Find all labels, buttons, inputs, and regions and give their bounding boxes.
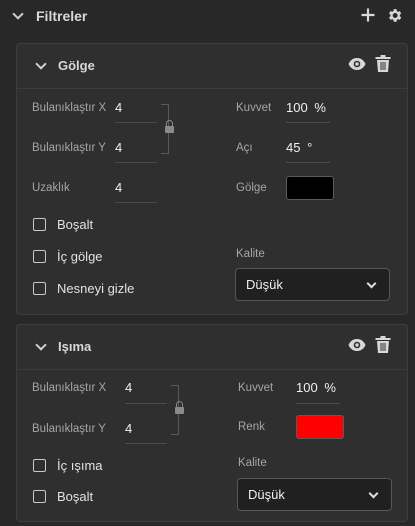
glow-blur-lock-icon[interactable] [175, 401, 187, 415]
glow-inner-glow-checkbox[interactable] [33, 459, 46, 472]
shadow-quality-label: Kalite [236, 248, 265, 260]
glow-quality-value: Düşük [248, 487, 285, 502]
shadow-panel-title: Gölge [58, 58, 95, 73]
glow-color-label: Renk [238, 421, 265, 433]
panel-divider [17, 88, 407, 89]
shadow-hide-object-label[interactable]: Nesneyi gizle [57, 281, 134, 296]
shadow-blur-x-underline [115, 122, 157, 123]
shadow-knockout-checkbox[interactable] [33, 218, 46, 231]
shadow-strength-underline [286, 122, 330, 123]
glow-strength-value: 100 [296, 380, 318, 395]
glow-blur-x-label: Bulanıklaştır X [32, 382, 107, 394]
shadow-distance-input[interactable]: 4 [115, 180, 157, 195]
shadow-inner-shadow-label[interactable]: İç gölge [57, 249, 103, 264]
shadow-strength-value: 100 [286, 100, 308, 115]
glow-knockout-label[interactable]: Boşalt [57, 489, 93, 504]
shadow-visibility-eye-icon[interactable] [348, 57, 366, 71]
shadow-angle-input[interactable]: 45 ° [286, 140, 330, 155]
shadow-color-swatch[interactable] [286, 176, 334, 200]
shadow-blur-y-input[interactable]: 4 [115, 140, 157, 155]
glow-strength-unit: % [324, 380, 336, 395]
shadow-strength-unit: % [314, 100, 326, 115]
glow-collapse-chevron-icon[interactable] [35, 339, 47, 351]
shadow-strength-label: Kuvvet [236, 102, 272, 114]
add-filter-plus-icon[interactable] [361, 7, 375, 23]
glow-visibility-eye-icon[interactable] [348, 338, 366, 352]
glow-panel-title: Işıma [58, 339, 92, 354]
glow-blur-x-underline [125, 403, 167, 404]
glow-strength-underline [296, 403, 340, 404]
shadow-angle-value: 45 [286, 140, 301, 155]
glow-blur-y-label: Bulanıklaştır Y [32, 423, 106, 435]
shadow-collapse-chevron-icon[interactable] [35, 58, 47, 70]
filters-collapse-chevron-icon[interactable] [12, 8, 24, 20]
shadow-strength-input[interactable]: 100 % [286, 100, 330, 115]
shadow-blur-y-label: Bulanıklaştır Y [32, 142, 106, 154]
shadow-delete-trash-icon[interactable] [375, 55, 391, 72]
shadow-angle-label: Açı [236, 142, 253, 154]
panel-divider [17, 369, 407, 370]
shadow-inner-shadow-checkbox[interactable] [33, 250, 46, 263]
shadow-quality-value: Düşük [246, 277, 283, 292]
glow-blur-y-underline [125, 443, 167, 444]
glow-color-swatch[interactable] [296, 415, 344, 439]
glow-delete-trash-icon[interactable] [375, 336, 391, 353]
glow-quality-label: Kalite [238, 457, 267, 469]
filters-title: Filtreler [36, 8, 88, 24]
shadow-filter-panel: Gölge Bulanıklaştır X 4 Bulanıklaştır Y … [16, 43, 408, 315]
shadow-color-label: Gölge [236, 182, 267, 194]
shadow-quality-select[interactable]: Düşük [235, 268, 390, 301]
glow-blur-x-input[interactable]: 4 [125, 380, 167, 395]
shadow-distance-label: Uzaklık [32, 182, 70, 194]
shadow-knockout-label[interactable]: Boşalt [57, 217, 93, 232]
shadow-blur-x-label: Bulanıklaştır X [32, 102, 107, 114]
glow-quality-select[interactable]: Düşük [237, 478, 392, 511]
glow-strength-input[interactable]: 100 % [296, 380, 340, 395]
shadow-blur-y-underline [115, 162, 157, 163]
shadow-distance-underline [115, 202, 157, 203]
glow-filter-panel: Işıma Bulanıklaştır X 4 Bulanıklaştır Y … [16, 324, 408, 522]
glow-inner-glow-label[interactable]: İç ışıma [57, 458, 103, 473]
glow-quality-chevron-down-icon [368, 488, 379, 499]
glow-knockout-checkbox[interactable] [33, 490, 46, 503]
shadow-hide-object-checkbox[interactable] [33, 282, 46, 295]
shadow-blur-x-input[interactable]: 4 [115, 100, 157, 115]
glow-blur-y-input[interactable]: 4 [125, 421, 167, 436]
shadow-angle-underline [286, 162, 330, 163]
shadow-quality-chevron-down-icon [366, 278, 377, 289]
glow-strength-label: Kuvvet [238, 382, 274, 394]
shadow-blur-lock-icon[interactable] [165, 120, 177, 134]
settings-gear-icon[interactable] [386, 7, 403, 24]
shadow-angle-unit: ° [307, 140, 313, 155]
